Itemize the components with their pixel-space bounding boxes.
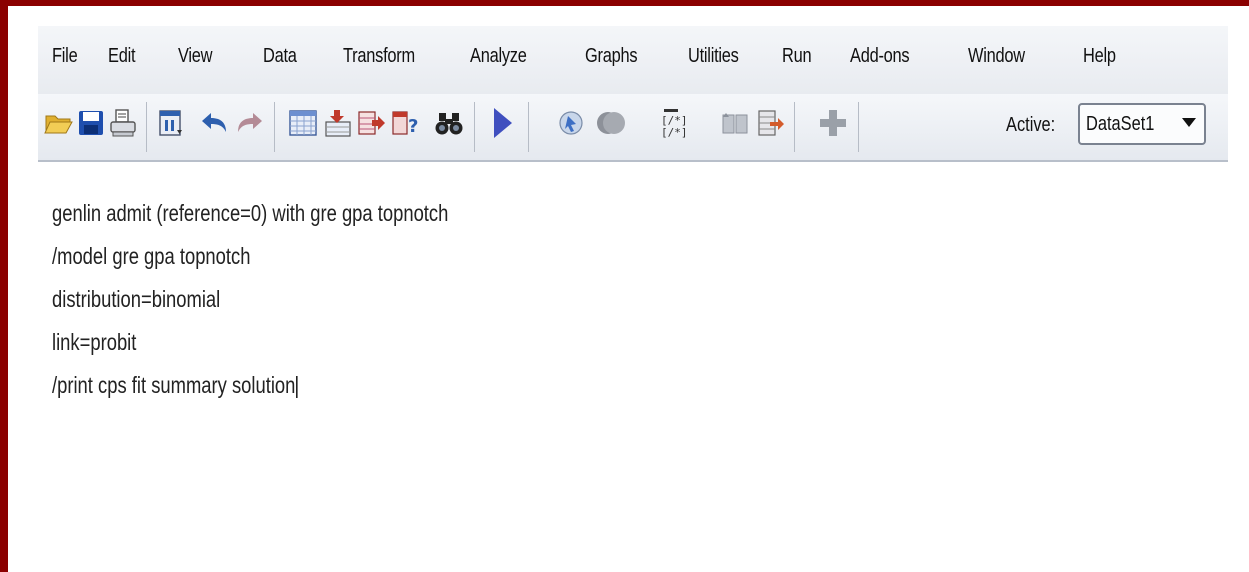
toolbar: ? [/*] [/*] Active: DataSet1 [38,94,1228,162]
text-cursor [296,375,298,398]
toolbar-separator [528,102,529,152]
toolbar-separator [274,102,275,152]
active-dataset-label: Active: [1006,114,1056,136]
svg-text:[/*]: [/*] [661,126,688,139]
split-file-icon[interactable] [718,106,752,140]
menu-transform[interactable]: Transform [343,45,415,68]
toolbar-separator [474,102,475,152]
menu-window[interactable]: Window [968,45,1025,68]
syntax-line: /model gre gpa topnotch [52,243,251,269]
comment-icon[interactable]: [/*] [/*] [656,106,690,140]
menu-edit[interactable]: Edit [108,45,136,68]
save-icon[interactable] [74,106,108,140]
data-editor-icon[interactable] [286,106,320,140]
open-folder-icon[interactable] [42,106,76,140]
menu-bar: File Edit View Data Transform Analyze Gr… [38,26,1228,94]
goto-case-icon[interactable] [320,106,354,140]
syntax-line: link=probit [52,329,137,355]
syntax-line-last: /print cps fit summary solution [52,364,772,407]
toolbar-separator [146,102,147,152]
syntax-line: genlin admit (reference=0) with gre gpa … [52,200,449,226]
find-icon[interactable] [432,106,466,140]
menu-help[interactable]: Help [1083,45,1116,68]
extension-icon[interactable] [816,106,850,140]
redo-icon[interactable] [232,106,266,140]
select-cases-icon[interactable] [754,106,788,140]
menu-run[interactable]: Run [782,45,812,68]
svg-text:?: ? [408,116,418,137]
menu-add-ons[interactable]: Add-ons [850,45,910,68]
next-bookmark-icon[interactable] [594,106,628,140]
run-selection-icon[interactable] [486,106,520,140]
syntax-line: distribution=binomial [52,286,221,312]
menu-analyze[interactable]: Analyze [470,45,527,68]
syntax-editor[interactable]: genlin admit (reference=0) with gre gpa … [52,192,952,407]
menu-graphs[interactable]: Graphs [585,45,638,68]
bookmark-icon[interactable] [558,106,592,140]
menu-data[interactable]: Data [263,45,297,68]
toolbar-separator [858,102,859,152]
undo-icon[interactable] [198,106,232,140]
menu-file[interactable]: File [52,45,78,68]
menu-utilities[interactable]: Utilities [688,45,739,68]
variables-icon[interactable]: ? [388,106,422,140]
active-dataset-dropdown[interactable]: DataSet1 [1078,103,1206,145]
goto-variable-icon[interactable] [354,106,388,140]
chevron-down-icon[interactable] [1182,118,1196,127]
print-icon[interactable] [106,106,140,140]
window-frame-left [0,0,8,572]
menu-view[interactable]: View [178,45,213,68]
syntax-line-text: /print cps fit summary solution [52,372,296,398]
active-dataset-value: DataSet1 [1086,112,1155,135]
dialog-recall-icon[interactable] [154,106,188,140]
window-frame-top [0,0,1249,6]
toolbar-separator [794,102,795,152]
